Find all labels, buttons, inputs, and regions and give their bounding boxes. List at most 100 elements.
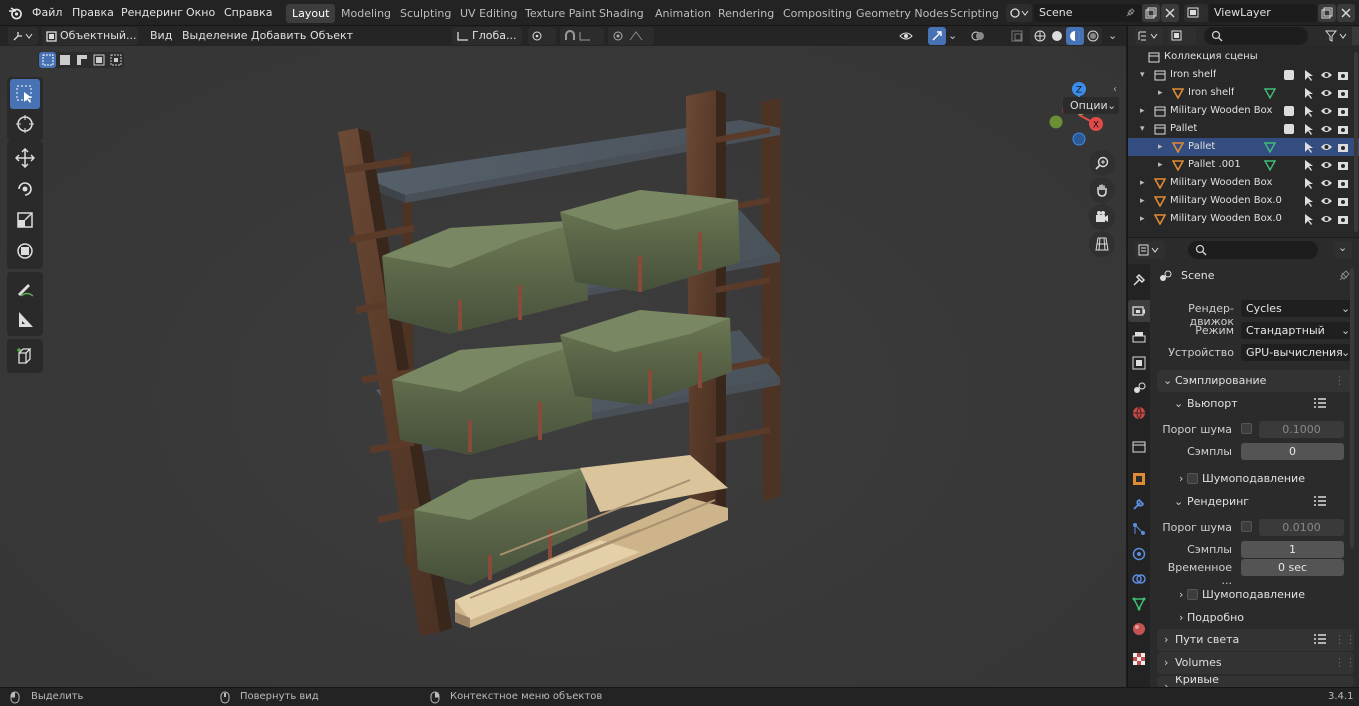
world-globe-icon[interactable]	[1132, 406, 1146, 420]
object-tab-icon[interactable]	[1132, 472, 1146, 486]
presets-list-icon[interactable]	[1313, 634, 1327, 646]
select-new-button[interactable]	[39, 52, 56, 68]
device-dropdown[interactable]: GPU-вычисления ⌄	[1241, 344, 1353, 361]
tool-tab-icon[interactable]	[1132, 273, 1146, 287]
scene-tab-icon[interactable]	[1132, 381, 1146, 395]
drag-handle-icon[interactable]: ⋮⋮	[1334, 652, 1356, 674]
eye-icon[interactable]	[1320, 159, 1333, 171]
presets-list-icon[interactable]	[1313, 398, 1327, 410]
select-arrow-icon[interactable]	[1303, 123, 1315, 135]
camera-view-button[interactable]	[1089, 204, 1115, 230]
pin-icon[interactable]	[1124, 7, 1136, 19]
curves-panel-header[interactable]: › Кривые	[1157, 676, 1354, 687]
viewport-denoise-subpanel-header[interactable]: › Шумоподавление	[1165, 468, 1354, 489]
outliner-row[interactable]: ▸ Military Wooden Box	[1128, 174, 1359, 192]
viewport-samples-field[interactable]: 0	[1241, 443, 1344, 460]
new-scene-button[interactable]	[1142, 4, 1160, 22]
eye-icon[interactable]	[1320, 105, 1333, 117]
properties-scrollbar[interactable]	[1350, 268, 1354, 548]
expand-right-icon[interactable]: ▸	[1140, 210, 1145, 228]
viewport-noise-threshold-field[interactable]: 0.1000	[1259, 421, 1344, 438]
outliner-scrollbar[interactable]	[1354, 52, 1358, 232]
solid-shading-icon[interactable]	[1051, 30, 1063, 42]
select-arrow-icon[interactable]	[1303, 87, 1315, 99]
select-arrow-icon[interactable]	[1303, 105, 1315, 117]
eye-icon[interactable]	[1320, 69, 1333, 81]
outliner-row[interactable]: ▾ Pallet	[1128, 120, 1359, 138]
outliner-row[interactable]: Коллекция сцены	[1128, 48, 1359, 66]
expand-right-icon[interactable]: ▸	[1140, 192, 1145, 210]
chevron-down-icon[interactable]: ⌄	[948, 27, 957, 45]
expand-down-icon[interactable]: ▾	[1140, 66, 1145, 84]
expand-right-icon[interactable]: ▸	[1158, 138, 1163, 156]
exclude-checkbox[interactable]	[1284, 124, 1294, 134]
render-camera-icon[interactable]	[1337, 195, 1349, 207]
outliner-row[interactable]: ▸ Military Wooden Box.0	[1128, 192, 1359, 210]
perspective-toggle-button[interactable]	[1089, 231, 1115, 257]
particles-icon[interactable]	[1132, 522, 1146, 536]
render-engine-dropdown[interactable]: Cycles ⌄	[1241, 300, 1353, 317]
render-camera-icon[interactable]	[1337, 105, 1349, 117]
material-sphere-icon[interactable]	[1132, 622, 1146, 636]
view-layer-tab-icon[interactable]	[1132, 356, 1146, 370]
tab-animation[interactable]: Animation	[649, 4, 717, 23]
mesh-data-icon[interactable]	[1264, 141, 1276, 153]
delete-scene-button[interactable]	[1161, 4, 1179, 22]
render-camera-icon[interactable]	[1337, 141, 1349, 153]
orientation-dropdown[interactable]: Глоба...	[452, 27, 522, 45]
view-layer-type-dropdown[interactable]	[1184, 4, 1208, 22]
move-tool[interactable]	[10, 143, 40, 173]
expand-right-icon[interactable]: ▸	[1158, 156, 1163, 174]
tab-layout[interactable]: Layout	[286, 4, 336, 23]
render-camera-icon[interactable]	[1337, 123, 1349, 135]
collapse-arrow-icon[interactable]: ‹	[1113, 84, 1117, 95]
transform-tool[interactable]	[10, 236, 40, 266]
scene-field[interactable]: Scene	[1034, 4, 1142, 22]
menu-edit[interactable]: Правка	[72, 6, 114, 19]
select-subtract-icon[interactable]	[76, 54, 88, 66]
snap-toggle[interactable]	[560, 27, 604, 45]
expand-right-icon[interactable]: ▸	[1140, 102, 1145, 120]
select-box-tool[interactable]	[10, 79, 40, 109]
material-preview-button[interactable]	[1066, 27, 1084, 45]
outliner-row[interactable]: ▸ Iron shelf	[1128, 84, 1359, 102]
drag-handle-icon[interactable]: ⋮⋮	[1334, 629, 1356, 651]
advanced-subpanel-header[interactable]: › Подробно	[1165, 607, 1354, 628]
collection-box-icon[interactable]	[1132, 439, 1146, 453]
blender-logo-icon[interactable]	[8, 6, 23, 20]
menu-view[interactable]: Вид	[150, 27, 172, 45]
select-arrow-icon[interactable]	[1303, 213, 1315, 225]
new-view-layer-button[interactable]	[1318, 4, 1336, 22]
render-camera-icon[interactable]	[1337, 177, 1349, 189]
tab-uv-editing[interactable]: UV Editing	[454, 4, 523, 23]
zoom-button[interactable]	[1089, 150, 1115, 176]
tab-scripting[interactable]: Scripting	[944, 4, 1005, 23]
output-printer-icon[interactable]	[1132, 331, 1146, 345]
options-dropdown[interactable]: Опции ⌄	[1063, 97, 1119, 114]
select-arrow-icon[interactable]	[1303, 177, 1315, 189]
outliner-row[interactable]: ▸ Pallet .001	[1128, 156, 1359, 174]
outliner-row[interactable]: ▸ Military Wooden Box.0	[1128, 210, 1359, 228]
tab-sculpting[interactable]: Sculpting	[394, 4, 457, 23]
render-noise-threshold-checkbox[interactable]	[1241, 521, 1252, 532]
wireframe-shading-icon[interactable]	[1034, 30, 1046, 42]
menu-window[interactable]: Окно	[186, 6, 215, 19]
mode-dropdown[interactable]: Объектный...	[42, 27, 138, 45]
measure-tool[interactable]	[10, 305, 40, 335]
eye-icon[interactable]	[1320, 123, 1333, 135]
render-camera-icon[interactable]	[1337, 159, 1349, 171]
eye-icon[interactable]	[1320, 177, 1333, 189]
scale-tool[interactable]	[10, 205, 40, 235]
menu-object[interactable]: Объект	[310, 27, 353, 45]
tab-compositing[interactable]: Compositing	[777, 4, 858, 23]
scene-type-dropdown[interactable]	[1006, 4, 1032, 22]
select-intersect-icon[interactable]	[110, 54, 122, 66]
eye-icon[interactable]	[1320, 87, 1333, 99]
render-noise-threshold-field[interactable]: 0.0100	[1259, 519, 1344, 536]
texture-checker-icon[interactable]	[1132, 652, 1146, 666]
select-arrow-icon[interactable]	[1303, 159, 1315, 171]
pivot-dropdown[interactable]	[528, 27, 556, 45]
select-extend-icon[interactable]	[59, 54, 71, 66]
outliner-search-input[interactable]	[1204, 27, 1308, 45]
cursor-tool[interactable]	[10, 109, 40, 139]
